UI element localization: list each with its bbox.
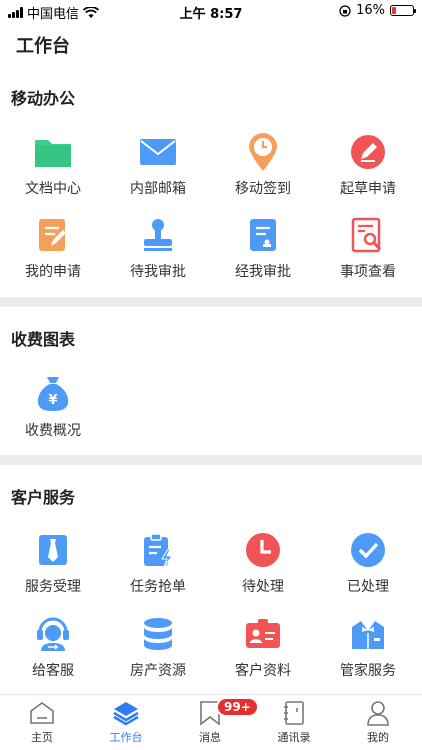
approved-doc-icon	[241, 213, 285, 257]
battery-icon	[390, 5, 416, 16]
grid-item-customer-profile[interactable]: 客户资料	[218, 612, 308, 680]
id-card-icon	[241, 612, 285, 656]
tie-icon	[31, 528, 75, 572]
layers-icon	[84, 699, 168, 727]
grid-item-approved-by-me[interactable]: 经我审批	[218, 213, 308, 281]
page-title: 工作台	[16, 36, 70, 57]
grid-item-mobile-checkin[interactable]: 移动签到	[218, 130, 308, 198]
grid-item-internal-mail[interactable]: 内部邮箱	[113, 130, 203, 198]
stamp-icon	[136, 213, 180, 257]
grid-item-pending-approval[interactable]: 待我审批	[113, 213, 203, 281]
tab-home[interactable]: 主页	[0, 699, 84, 745]
grid-item-contact-support[interactable]: 给客服	[8, 612, 98, 680]
contacts-book-icon	[252, 699, 336, 727]
home-icon	[0, 699, 84, 727]
grid-item-butler-service[interactable]: 管家服务	[323, 612, 413, 680]
grid-item-pending[interactable]: 待处理	[218, 528, 308, 596]
tab-mine[interactable]: 我的	[336, 699, 420, 745]
tab-workbench[interactable]: 工作台	[84, 699, 168, 745]
search-doc-icon	[346, 213, 390, 257]
grid-item-charges-overview[interactable]: ¥ 收费概况	[8, 372, 98, 440]
money-bag-icon: ¥	[31, 372, 75, 416]
database-icon	[136, 612, 180, 656]
headset-icon	[31, 612, 75, 656]
user-icon	[336, 699, 420, 727]
tab-contacts[interactable]: 通讯录	[252, 699, 336, 745]
section-title-mobile-office: 移动办公	[11, 89, 76, 108]
pen-circle-icon	[346, 130, 390, 174]
battery-percent: 16%	[356, 3, 385, 18]
section-title-charges-chart: 收费图表	[11, 330, 76, 349]
mail-icon	[136, 130, 180, 174]
edit-doc-icon	[31, 213, 75, 257]
orientation-lock-icon	[339, 4, 351, 17]
status-bar: 中国电信 上午 8:57 16%	[0, 0, 422, 22]
grid-item-processed[interactable]: 已处理	[323, 528, 413, 596]
folder-icon	[31, 130, 75, 174]
grid-item-draft-application[interactable]: 起草申请	[323, 130, 413, 198]
section-title-customer-service: 客户服务	[11, 488, 76, 507]
grid-item-property-resources[interactable]: 房产资源	[113, 612, 203, 680]
grid-item-task-grab[interactable]: 任务抢单	[113, 528, 203, 596]
svg-text:¥: ¥	[48, 393, 57, 408]
bottom-tab-bar: 主页 工作台 消息 99+ 通讯录 我的	[0, 694, 422, 750]
grid-item-view-matters[interactable]: 事项查看	[323, 213, 413, 281]
check-circle-icon	[346, 528, 390, 572]
grid-item-my-applications[interactable]: 我的申请	[8, 213, 98, 281]
grid-item-document-center[interactable]: 文档中心	[8, 130, 98, 198]
clock-icon	[241, 528, 285, 572]
location-clock-icon	[241, 130, 285, 174]
grid-item-service-acceptance[interactable]: 服务受理	[8, 528, 98, 596]
butler-icon	[346, 612, 390, 656]
section-divider	[0, 297, 422, 307]
clipboard-bolt-icon	[136, 528, 180, 572]
tab-messages[interactable]: 消息 99+	[168, 697, 259, 745]
section-divider	[0, 455, 422, 465]
